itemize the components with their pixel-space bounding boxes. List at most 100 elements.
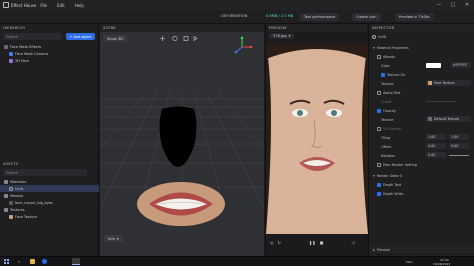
- chevron-right-icon: ▸: [373, 247, 375, 252]
- preview-controls: ◎ ↻ ❚❚ ■ ◁: [266, 236, 368, 248]
- offset-x-field[interactable]: 0.00: [426, 143, 446, 149]
- mesh-icon: [9, 200, 13, 205]
- texture-value: Face Texture: [434, 81, 455, 85]
- close-button[interactable]: ✕: [460, 0, 474, 10]
- mute-icon[interactable]: ◁: [351, 240, 354, 245]
- tiling-label: Tiling: [381, 135, 391, 140]
- axis-gizmo-icon[interactable]: [231, 36, 253, 58]
- opacity-checkbox[interactable]: [377, 108, 381, 113]
- rotation-slider[interactable]: [449, 155, 469, 156]
- rotation-field[interactable]: 0.00: [426, 152, 446, 158]
- hierarchy-item[interactable]: Face Mask Effects: [0, 43, 98, 50]
- texture-field[interactable]: Face Texture: [426, 80, 471, 86]
- preview-tiktok-label: Preview in TikTok: [399, 15, 430, 19]
- asset-item[interactable]: face_morph_big_eyes: [0, 199, 99, 206]
- object-name-row: Unlit: [369, 33, 474, 40]
- asset-folder[interactable]: Meshes: [0, 192, 99, 199]
- object-name: Unlit: [378, 34, 386, 39]
- preview-tiktok-button[interactable]: Preview in TikTok: [395, 13, 434, 21]
- create-icon-button[interactable]: Create icon: [352, 13, 381, 21]
- folder-icon: [4, 193, 8, 198]
- scene-panel: SCENE Show 3D Info ▾: [100, 24, 264, 266]
- alpha-test-checkbox[interactable]: [377, 90, 381, 95]
- play-icon: [193, 35, 198, 42]
- clock-time[interactable]: 12:34: [440, 258, 449, 262]
- search-icon[interactable]: ⌕: [18, 259, 20, 264]
- test-performance-button[interactable]: Test performance: [300, 13, 340, 21]
- start-icon[interactable]: [4, 259, 9, 264]
- face-icon: [9, 58, 13, 63]
- file-explorer-icon[interactable]: [30, 259, 35, 264]
- albedo-row[interactable]: Albedo: [369, 53, 474, 60]
- color-hex-field[interactable]: #FFFFFF: [451, 62, 471, 68]
- texture-on-row[interactable]: Texture On: [369, 71, 474, 78]
- asset-item[interactable]: Unlit: [0, 185, 99, 192]
- material-icon: [372, 34, 376, 39]
- camera-switch-icon[interactable]: ◎: [270, 240, 274, 245]
- minimize-button[interactable]: —: [432, 0, 446, 10]
- preview-file-select[interactable]: 078.jpg ▾: [269, 33, 295, 39]
- material-section[interactable]: ▾ Material Properties: [369, 44, 474, 51]
- hierarchy-item-label: 3D Face: [15, 58, 29, 63]
- assets-search-input[interactable]: Search: [3, 169, 87, 176]
- texture2-label: Texture: [381, 117, 394, 122]
- hierarchy-item[interactable]: 3D Face: [0, 57, 98, 64]
- hierarchy-item[interactable]: Face Mask Camera: [0, 50, 98, 57]
- browser-icon[interactable]: [42, 259, 47, 264]
- offset-y-field[interactable]: 0.00: [449, 143, 469, 149]
- effect-house-taskbar-icon[interactable]: [72, 258, 80, 265]
- reset-icon[interactable]: ↻: [278, 240, 281, 245]
- depth-test-row[interactable]: Depth Test: [369, 181, 474, 188]
- asset-folder[interactable]: Materials: [0, 178, 99, 185]
- menu-help[interactable]: Help: [75, 3, 84, 8]
- uv-control-checkbox[interactable]: [377, 126, 381, 131]
- offset-label: Offset: [381, 144, 392, 149]
- albedo-checkbox[interactable]: [377, 54, 381, 59]
- title-bar: Effect House File Edit Help — □ ✕: [0, 0, 474, 10]
- asset-item-label: Face Texture: [15, 214, 37, 219]
- add-object-label: + Add object: [69, 34, 92, 39]
- face-mask-mesh: [159, 106, 197, 167]
- asset-folder[interactable]: Textures: [0, 206, 99, 213]
- texture-on-label: Texture On: [387, 72, 406, 77]
- maximize-button[interactable]: □: [446, 0, 460, 10]
- menu-edit[interactable]: Edit: [57, 3, 65, 8]
- misc-render-checkbox[interactable]: [377, 162, 381, 167]
- misc-render-row[interactable]: Misc Render Setting: [369, 161, 474, 168]
- color-swatch[interactable]: [426, 63, 441, 68]
- cutoff-slider[interactable]: [426, 101, 456, 102]
- menu-file[interactable]: File: [40, 3, 47, 8]
- render-state-section[interactable]: ▾ Render State 0: [369, 172, 474, 179]
- info-dropdown[interactable]: Info ▾: [104, 235, 123, 242]
- scene-tools[interactable]: [157, 35, 199, 42]
- tiling-y-field[interactable]: 1.00: [449, 134, 469, 140]
- opacity-row[interactable]: Opacity: [369, 107, 474, 114]
- tiling-x-field[interactable]: 1.00: [426, 134, 446, 140]
- inspector-header: INSPECTOR: [369, 24, 474, 32]
- asset-folder-label: Textures: [10, 207, 25, 212]
- stop-icon[interactable]: ■: [320, 240, 324, 245]
- asset-item[interactable]: Face Texture: [0, 213, 99, 220]
- clock-date[interactable]: 16/06/2023: [433, 262, 450, 266]
- depth-test-label: Depth Test: [383, 182, 402, 187]
- uv-control-row[interactable]: UV Control: [369, 125, 474, 132]
- show-3d-button[interactable]: Show 3D: [103, 35, 127, 42]
- texture-on-checkbox[interactable]: [381, 72, 385, 77]
- texture2-field[interactable]: Default Texture: [426, 116, 471, 122]
- depth-write-row[interactable]: Depth Write: [369, 190, 474, 197]
- alpha-test-row[interactable]: Alpha Test: [369, 89, 474, 96]
- assets-header: ASSETS: [3, 162, 18, 166]
- chevron-down-icon: ▾: [373, 45, 375, 50]
- hierarchy-search-input[interactable]: Search: [3, 33, 61, 40]
- pause-icon[interactable]: ❚❚: [309, 240, 316, 245]
- rotation-value: 0.00: [428, 153, 436, 157]
- color-label: Color: [381, 63, 390, 68]
- toolbar: DEFORMATION 0.6MB / 2.5 MB Test performa…: [0, 10, 474, 24]
- language-indicator[interactable]: ENG: [406, 260, 412, 264]
- preview-footer[interactable]: ▸ Preview: [369, 246, 474, 253]
- app-logo-icon: [3, 2, 9, 8]
- app-title: Effect House: [11, 2, 37, 8]
- depth-write-checkbox[interactable]: [377, 191, 381, 196]
- add-object-button[interactable]: + Add object: [66, 33, 95, 40]
- depth-test-checkbox[interactable]: [377, 182, 381, 187]
